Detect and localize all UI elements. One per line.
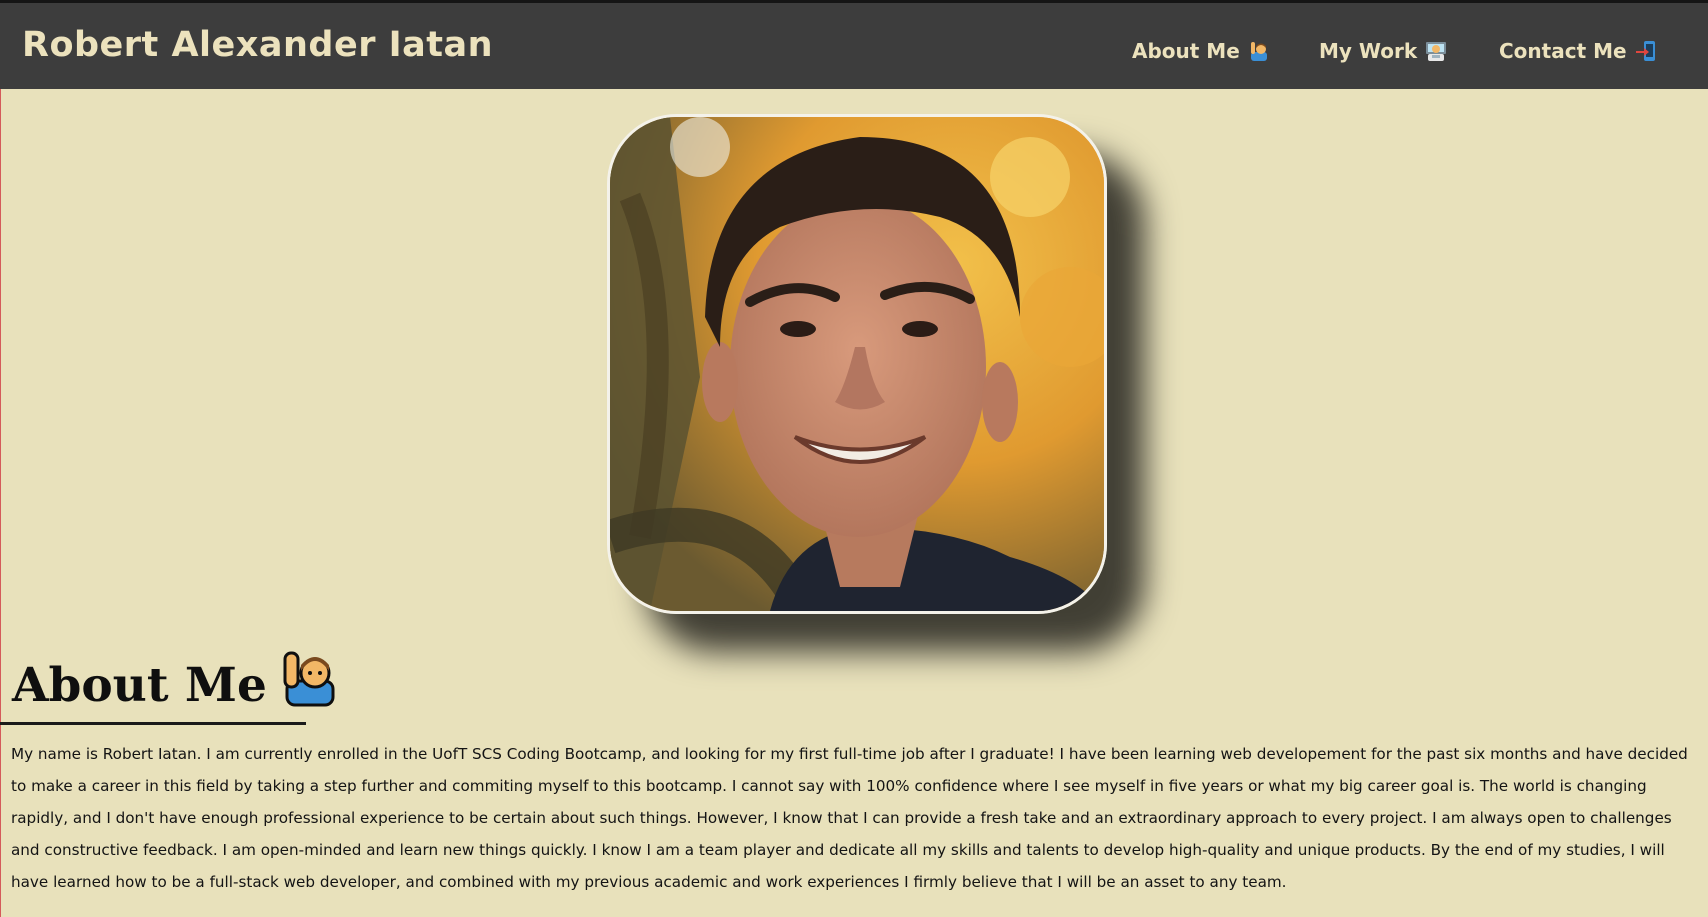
page-edge (0, 0, 1, 917)
nav-about-label: About Me (1132, 39, 1240, 63)
about-heading-text: About Me (12, 657, 267, 713)
about-heading: About Me (12, 651, 339, 719)
nav-work-label: My Work (1319, 39, 1418, 63)
heading-underline (0, 722, 306, 725)
profile-photo (607, 114, 1107, 614)
technologist-icon (1425, 40, 1447, 62)
site-title[interactable]: Robert Alexander Iatan (22, 25, 493, 65)
site-header: Robert Alexander Iatan About Me My Work (0, 0, 1708, 89)
about-bio: My name is Robert Iatan. I am currently … (11, 745, 1688, 891)
nav-contact-label: Contact Me (1499, 39, 1627, 63)
mobile-phone-arrow-icon (1635, 40, 1657, 62)
person-raising-hand-icon (1248, 40, 1270, 62)
nav-link-work[interactable]: My Work (1319, 39, 1447, 63)
person-raising-hand-icon (281, 651, 339, 719)
nav-link-about[interactable]: About Me (1132, 39, 1270, 63)
nav-link-contact[interactable]: Contact Me (1499, 39, 1657, 63)
